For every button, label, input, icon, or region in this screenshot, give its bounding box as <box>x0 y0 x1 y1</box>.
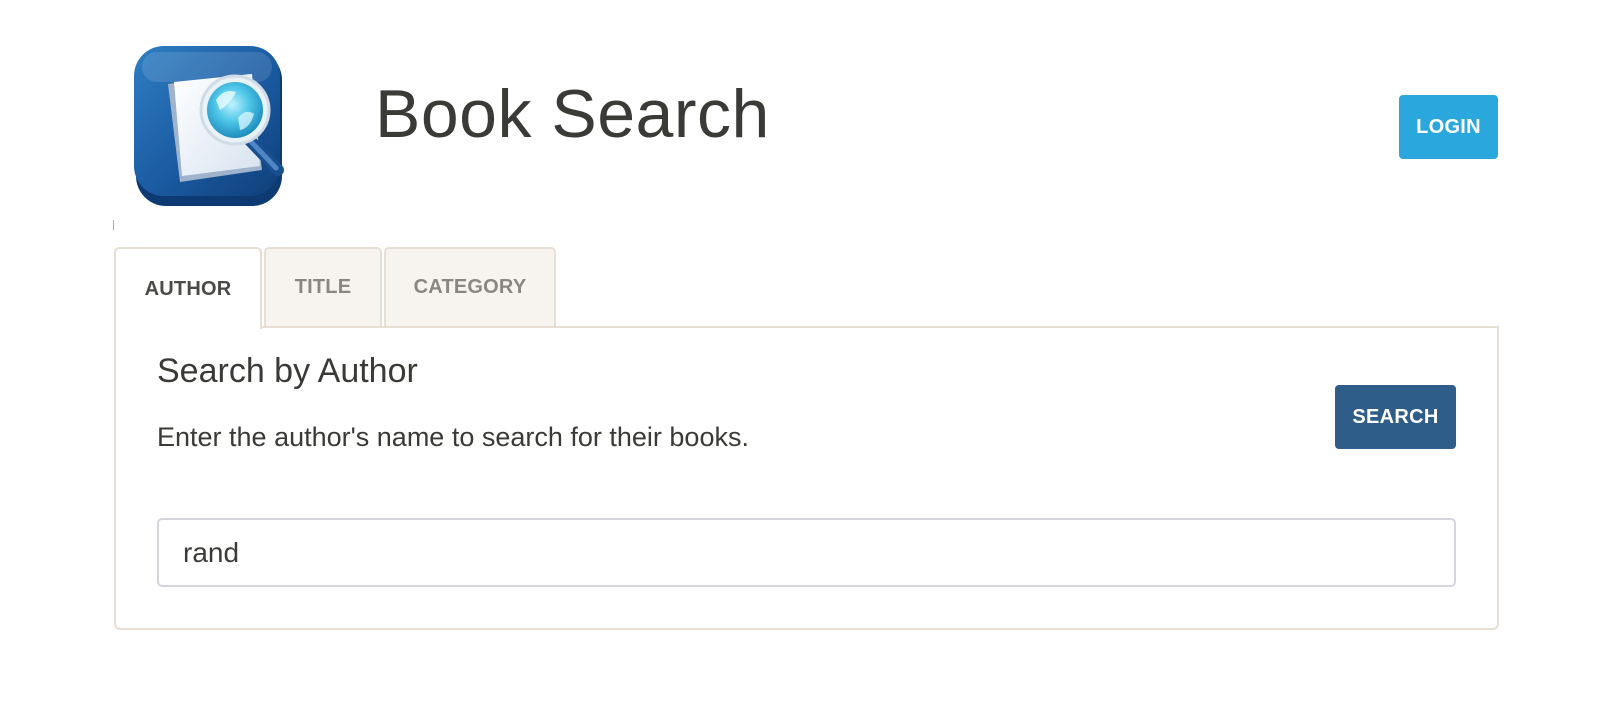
panel-heading: Search by Author <box>157 352 418 390</box>
tab-title[interactable]: TITLE <box>264 247 382 326</box>
author-search-input[interactable] <box>157 518 1456 587</box>
search-tabs: AUTHOR TITLE CATEGORY <box>114 247 558 329</box>
author-search-panel: Search by Author Enter the author's name… <box>114 326 1499 630</box>
book-search-page: Book Search LOGIN AUTHOR TITLE CATEGORY … <box>0 0 1606 718</box>
tab-author[interactable]: AUTHOR <box>114 247 262 329</box>
panel-description: Enter the author's name to search for th… <box>157 422 749 452</box>
search-button[interactable]: SEARCH <box>1335 385 1456 449</box>
tab-category[interactable]: CATEGORY <box>384 247 556 326</box>
login-button[interactable]: LOGIN <box>1399 95 1498 159</box>
book-magnifier-icon <box>132 44 288 210</box>
divider-mark <box>113 220 114 230</box>
app-title: Book Search <box>375 76 770 152</box>
